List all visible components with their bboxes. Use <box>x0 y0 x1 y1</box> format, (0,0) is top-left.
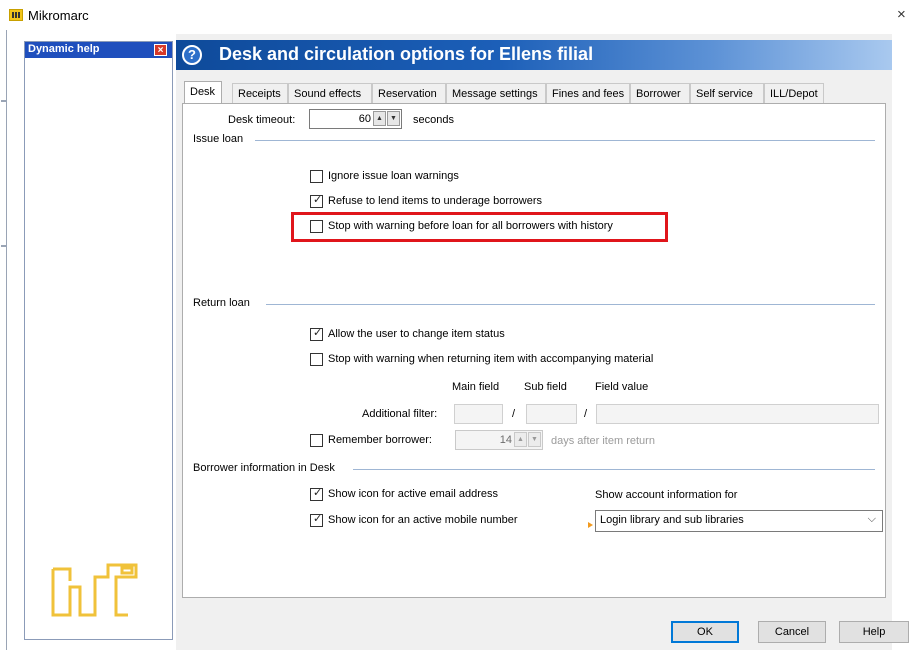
checkmark-icon: ✓ <box>313 487 323 499</box>
account-info-selected: Login library and sub libraries <box>600 514 744 526</box>
spin-down-icon[interactable]: ▼ <box>528 432 541 447</box>
window-titlebar: Mikromarc × <box>0 0 918 30</box>
show-email-icon-label: Show icon for active email address <box>328 488 498 500</box>
return-loan-group-title: Return loan <box>193 297 250 309</box>
borrower-info-group-title: Borrower information in Desk <box>193 462 335 474</box>
dynamic-help-title: Dynamic help <box>28 43 100 55</box>
main-field-input[interactable] <box>454 404 503 424</box>
issue-loan-group-title: Issue loan <box>193 133 244 145</box>
dynamic-help-pane: Dynamic help × <box>24 41 173 640</box>
sub-field-header: Sub field <box>524 381 567 393</box>
spin-up-icon[interactable]: ▲ <box>514 432 527 447</box>
tab-borrower[interactable]: Borrower <box>630 83 690 103</box>
return-loan-divider <box>266 304 875 305</box>
dynamic-help-header: Dynamic help × <box>25 42 172 58</box>
borrower-info-divider <box>353 469 875 470</box>
filter-separator: / <box>512 408 516 420</box>
app-logo-icon <box>9 9 23 21</box>
show-email-icon-checkbox[interactable]: ✓ <box>310 487 323 501</box>
remember-borrower-days: 14 <box>499 434 512 446</box>
desk-timeout-spinner[interactable]: 60 ▲ ▼ <box>309 109 402 129</box>
account-info-label: Show account information for <box>595 489 738 501</box>
ignore-issue-warnings-label: Ignore issue loan warnings <box>328 170 459 182</box>
help-button[interactable]: Help <box>839 621 909 643</box>
stop-warning-history-checkbox[interactable] <box>310 220 323 233</box>
tab-desk[interactable]: Desk <box>184 81 222 103</box>
stop-warning-history-label: Stop with warning before loan for all bo… <box>328 220 613 232</box>
desk-timeout-unit: seconds <box>413 114 454 126</box>
issue-loan-divider <box>255 140 875 141</box>
ok-button[interactable]: OK <box>671 621 739 643</box>
tab-receipts[interactable]: Receipts <box>232 83 288 103</box>
refuse-underage-label: Refuse to lend items to underage borrowe… <box>328 195 543 207</box>
mikromarc-logo-icon <box>51 563 138 617</box>
refuse-underage-checkbox[interactable]: ✓ <box>310 194 323 208</box>
remember-borrower-spinner[interactable]: 14 ▲ ▼ <box>455 430 543 450</box>
required-marker-icon <box>588 522 593 528</box>
tab-message-settings[interactable]: Message settings <box>446 83 546 103</box>
spin-down-icon[interactable]: ▼ <box>387 111 400 126</box>
window-title: Mikromarc <box>28 8 89 23</box>
cancel-button[interactable]: Cancel <box>758 621 826 643</box>
help-circle-icon[interactable]: ? <box>182 45 202 65</box>
ignore-issue-warnings-checkbox[interactable] <box>310 170 323 183</box>
field-value-input[interactable] <box>596 404 879 424</box>
tab-reservation[interactable]: Reservation <box>372 83 446 103</box>
main-field-header: Main field <box>452 381 500 393</box>
dialog-title: Desk and circulation options for Ellens … <box>219 44 594 64</box>
sub-field-input[interactable] <box>526 404 577 424</box>
allow-change-status-checkbox[interactable]: ✓ <box>310 327 323 341</box>
checkmark-icon: ✓ <box>313 194 323 206</box>
left-frame-strip <box>0 30 9 650</box>
stop-warning-accompanying-label: Stop with warning when returning item wi… <box>328 353 654 365</box>
window-close-icon[interactable]: × <box>897 6 906 23</box>
desk-timeout-value: 60 <box>358 113 371 125</box>
remember-borrower-checkbox[interactable] <box>310 434 323 447</box>
checkmark-icon: ✓ <box>313 513 323 525</box>
desk-timeout-label: Desk timeout: <box>228 114 296 126</box>
spin-up-icon[interactable]: ▲ <box>373 111 386 126</box>
show-mobile-icon-checkbox[interactable]: ✓ <box>310 513 323 527</box>
dialog-header: ? Desk and circulation options for Ellen… <box>176 40 892 70</box>
dynamic-help-close-icon[interactable]: × <box>154 44 167 56</box>
stop-warning-accompanying-checkbox[interactable] <box>310 353 323 366</box>
allow-change-status-label: Allow the user to change item status <box>328 328 505 340</box>
chevron-down-icon: ⌵ <box>867 513 876 525</box>
remember-borrower-suffix: days after item return <box>551 435 655 447</box>
tab-sound-effects[interactable]: Sound effects <box>288 83 372 103</box>
filter-separator: / <box>584 408 588 420</box>
checkmark-icon: ✓ <box>313 327 323 339</box>
tab-self-service[interactable]: Self service <box>690 83 764 103</box>
remember-borrower-label: Remember borrower: <box>328 434 432 446</box>
show-mobile-icon-label: Show icon for an active mobile number <box>328 514 518 526</box>
additional-filter-label: Additional filter: <box>362 408 438 420</box>
account-info-dropdown[interactable]: Login library and sub libraries ⌵ <box>595 510 883 532</box>
tab-ill-depot[interactable]: ILL/Depot <box>764 83 824 103</box>
field-value-header: Field value <box>595 381 649 393</box>
circulation-options-dialog: ? Desk and circulation options for Ellen… <box>176 34 909 650</box>
desk-tab-panel: Desk timeout: 60 ▲ ▼ seconds Issue loan … <box>182 103 886 598</box>
tab-fines-and-fees[interactable]: Fines and fees <box>546 83 630 103</box>
